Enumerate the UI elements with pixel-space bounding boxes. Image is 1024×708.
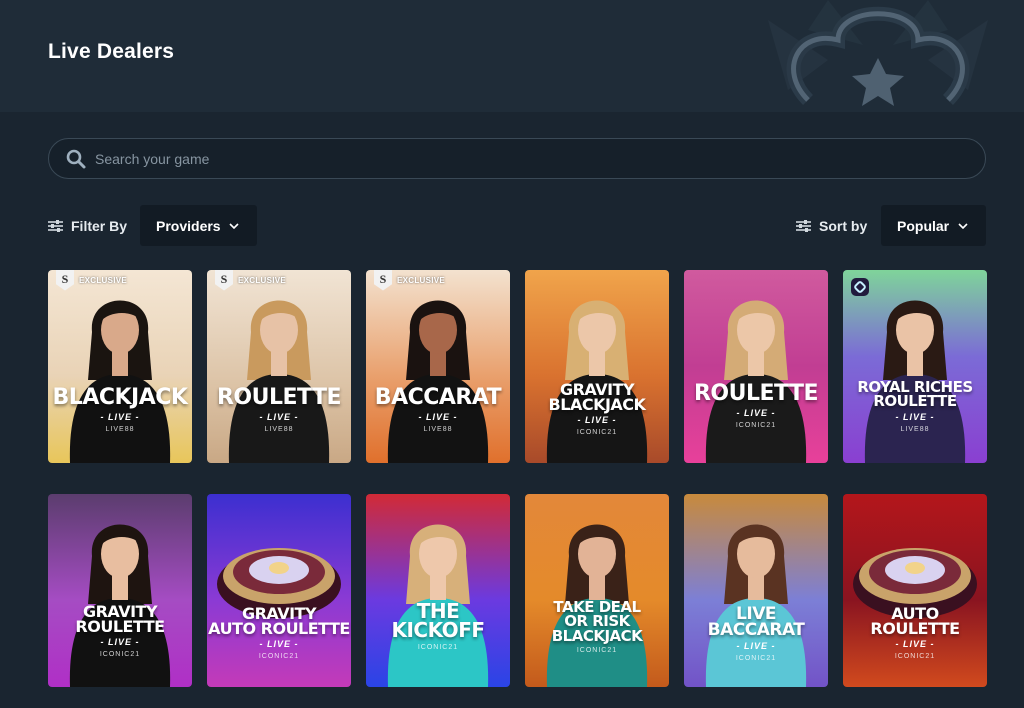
game-title: ROYAL RICHES ROULETTE (857, 378, 973, 411)
shield-icon: S (374, 270, 392, 291)
game-title-block: LIVE BACCARAT - LIVE - ICONIC21 (684, 604, 828, 663)
sort-dropdown-label: Popular (897, 217, 950, 234)
game-card[interactable]: S EXCLUSIVE BACCARAT - LIVE - LIVE88 (366, 270, 510, 463)
dealer-image (546, 524, 648, 687)
chevron-down-icon (229, 222, 239, 229)
game-grid: S EXCLUSIVE BLACKJACK - LIVE - LIVE88 S EXCLUS… (48, 270, 988, 688)
live-label: - LIVE - (577, 415, 617, 426)
game-title-block: GRAVITY ROULETTE - LIVE - ICONIC21 (48, 602, 192, 659)
filter-by-label: Filter By (48, 216, 127, 236)
live-label: - LIVE - (736, 641, 776, 652)
provider-label: ICONIC21 (735, 421, 777, 429)
sort-by-label: Sort by (796, 216, 867, 236)
live-label: - LIVE - (736, 407, 776, 418)
game-card[interactable]: S EXCLUSIVE BLACKJACK - LIVE - LIVE88 (48, 270, 192, 463)
game-title-block: BACCARAT - LIVE - LIVE88 (366, 385, 510, 433)
exclusive-badge: S EXCLUSIVE (215, 270, 287, 291)
game-title-block: GRAVITY AUTO ROULETTE - LIVE - ICONIC21 (207, 604, 351, 661)
game-title: BLACKJACK (52, 385, 188, 410)
live-label: - LIVE - (259, 639, 299, 650)
game-card[interactable]: TAKE DEAL OR RISK BLACKJACK ICONIC21 (525, 494, 669, 687)
game-card[interactable]: GRAVITY BLACKJACK - LIVE - ICONIC21 (525, 270, 669, 463)
provider-label: ICONIC21 (258, 653, 300, 661)
game-card[interactable]: THE KICKOFF ICONIC21 (366, 494, 510, 687)
game-title: ROULETTE (216, 385, 342, 410)
chevron-down-icon (958, 222, 968, 229)
provider-label: LIVE88 (264, 425, 294, 433)
provider-label: LIVE88 (900, 425, 930, 433)
dealer-image (228, 300, 330, 463)
live-label: - LIVE - (100, 411, 140, 422)
shield-icon: S (56, 270, 74, 291)
dealer-image (864, 300, 966, 463)
badge-label: EXCLUSIVE (238, 275, 287, 285)
provider-label: LIVE88 (105, 425, 135, 433)
live-label: - LIVE - (895, 411, 935, 422)
game-card[interactable]: AUTO ROULETTE - LIVE - ICONIC21 (843, 494, 987, 687)
game-card[interactable]: ROYAL RICHES ROULETTE - LIVE - LIVE88 (843, 270, 987, 463)
providers-dropdown[interactable]: Providers (140, 205, 257, 246)
provider-label: ICONIC21 (99, 651, 141, 659)
exclusive-badge: S EXCLUSIVE (374, 270, 446, 291)
game-card[interactable]: GRAVITY ROULETTE - LIVE - ICONIC21 (48, 494, 192, 687)
live-label: - LIVE - (418, 411, 458, 422)
page-title: Live Dealers (48, 40, 175, 63)
sort-by-text: Sort by (819, 218, 868, 234)
game-card[interactable]: LIVE BACCARAT - LIVE - ICONIC21 (684, 494, 828, 687)
game-card[interactable]: GRAVITY AUTO ROULETTE - LIVE - ICONIC21 (207, 494, 351, 687)
filter-by-text: Filter By (71, 218, 128, 234)
provider-label: ICONIC21 (894, 653, 936, 661)
game-title: GRAVITY AUTO ROULETTE (208, 604, 350, 639)
game-title-block: AUTO ROULETTE - LIVE - ICONIC21 (843, 604, 987, 661)
game-title: LIVE BACCARAT (707, 604, 805, 641)
search-input[interactable] (95, 139, 985, 178)
live-label: - LIVE - (259, 411, 299, 422)
game-title-block: GRAVITY BLACKJACK - LIVE - ICONIC21 (525, 380, 669, 437)
provider-label: LIVE88 (423, 425, 453, 433)
game-card[interactable]: S EXCLUSIVE ROULETTE - LIVE - LIVE88 (207, 270, 351, 463)
game-title: BACCARAT (374, 385, 502, 410)
provider-label: ICONIC21 (576, 646, 618, 654)
game-title-block: ROYAL RICHES ROULETTE - LIVE - LIVE88 (843, 380, 987, 433)
search-icon (65, 148, 87, 170)
dealer-image (705, 300, 807, 463)
provider-label: ICONIC21 (576, 429, 618, 437)
game-title-block: TAKE DEAL OR RISK BLACKJACK ICONIC21 (525, 600, 669, 654)
game-title-block: BLACKJACK - LIVE - LIVE88 (48, 385, 192, 433)
game-title-block: ROULETTE - LIVE - LIVE88 (207, 385, 351, 433)
providers-dropdown-label: Providers (156, 217, 221, 234)
sliders-icon (796, 219, 811, 233)
exclusive-badge: S EXCLUSIVE (56, 270, 128, 291)
dealer-image (69, 300, 171, 463)
game-title-block: ROULETTE - LIVE - ICONIC21 (684, 381, 828, 429)
provider-label: ICONIC21 (735, 655, 777, 663)
search-bar[interactable] (48, 138, 986, 179)
game-title: ROULETTE (693, 381, 819, 406)
game-title-block: THE KICKOFF ICONIC21 (366, 599, 510, 651)
badge-label: EXCLUSIVE (397, 275, 446, 285)
game-title: THE KICKOFF (391, 599, 485, 642)
dealer-image (387, 524, 489, 687)
game-title: TAKE DEAL OR RISK BLACKJACK (551, 598, 643, 645)
live-label: - LIVE - (895, 639, 935, 650)
page-header: Live Dealers (0, 0, 1024, 112)
game-card[interactable]: ROULETTE - LIVE - ICONIC21 (684, 270, 828, 463)
dealer-image (387, 300, 489, 463)
sliders-icon (48, 219, 63, 233)
sort-dropdown[interactable]: Popular (881, 205, 986, 246)
provider-logo-icon (851, 278, 869, 296)
provider-label: ICONIC21 (417, 644, 459, 651)
star-emblem-icon (768, 0, 988, 106)
shield-icon: S (215, 270, 233, 291)
game-title: AUTO ROULETTE (870, 604, 960, 639)
live-label: - LIVE - (100, 637, 140, 648)
badge-label: EXCLUSIVE (79, 275, 128, 285)
game-title: GRAVITY ROULETTE (75, 602, 165, 637)
game-title: GRAVITY BLACKJACK (548, 380, 646, 415)
